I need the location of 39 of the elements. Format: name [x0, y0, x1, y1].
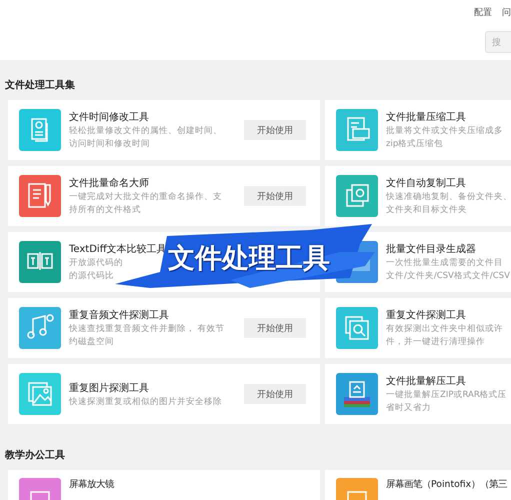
tool-title: 文件时间修改工具	[69, 110, 150, 124]
tool-title: 屏幕放大镜	[69, 478, 116, 491]
start-button[interactable]: 开始使用	[244, 384, 306, 404]
tool-description: 有效探测出文件夹中相似或许	[386, 324, 504, 335]
tool-title: 重复文件探测工具	[386, 308, 467, 322]
tool-title: 文件自动复制工具	[386, 176, 467, 190]
tool-title: 文件批量解压工具	[386, 374, 467, 388]
section-title: 教学办公工具	[4, 448, 66, 463]
tool-title: 重复音频文件探测工具	[69, 308, 170, 322]
top-link[interactable]: 问	[502, 6, 511, 19]
tool-title: 文件批量命名大师	[69, 176, 150, 190]
tool-description: 件，并一键进行清理操作	[386, 337, 486, 348]
tool-title: 重复图片探测工具	[69, 382, 150, 394]
tool-description: 持所有的文件格式	[69, 205, 142, 216]
start-button[interactable]: 开始使用	[244, 318, 306, 338]
section-title: 文件处理工具集	[4, 78, 76, 93]
tool-description: 轻松批量修改文件的属性、创建时间、	[69, 126, 223, 137]
tool-description: 文件夹和目标文件夹	[386, 205, 468, 216]
start-button[interactable]: 开始使用	[244, 186, 306, 206]
tool-description: 访问时间和修改时间	[69, 139, 151, 150]
tool-description: 一键完成对大批文件的重命名操作、支	[69, 192, 223, 203]
start-button[interactable]: 开始使用	[244, 120, 306, 140]
tool-title: 文件批量压缩工具	[386, 110, 467, 124]
tool-description: 一键批量解压ZIP或RAR格式压	[386, 390, 508, 401]
top-link[interactable]: 配置	[474, 6, 492, 19]
tool-description: 的源代码比	[69, 271, 115, 282]
tool-description: zip格式压缩包	[386, 139, 444, 150]
tool-description: 省时又省力	[386, 403, 432, 414]
tool-description: 批量将文件或文件夹压缩成多	[386, 126, 504, 137]
tool-description: 快速准确地复制、备份文件夹、	[386, 192, 511, 203]
tool-title: 屏幕画笔（Pointofix）（第三	[386, 478, 508, 491]
tool-title: 批量文件目录生成器	[386, 242, 477, 256]
tool-description: 开放源代码的	[69, 258, 124, 269]
tool-description: 一次性批量生成需要的文件目	[386, 258, 504, 269]
tool-description: 约磁盘空间	[69, 337, 115, 348]
tool-description: 快速查找重复音频文件并删除， 有效节	[69, 324, 226, 335]
tool-description: 快速探测重复或相似的图片并安全移除	[69, 396, 223, 408]
tool-description: 文件/文件夹/CSV格式文件/CSV	[386, 271, 511, 282]
video-caption: 文件处理工具	[168, 242, 330, 276]
